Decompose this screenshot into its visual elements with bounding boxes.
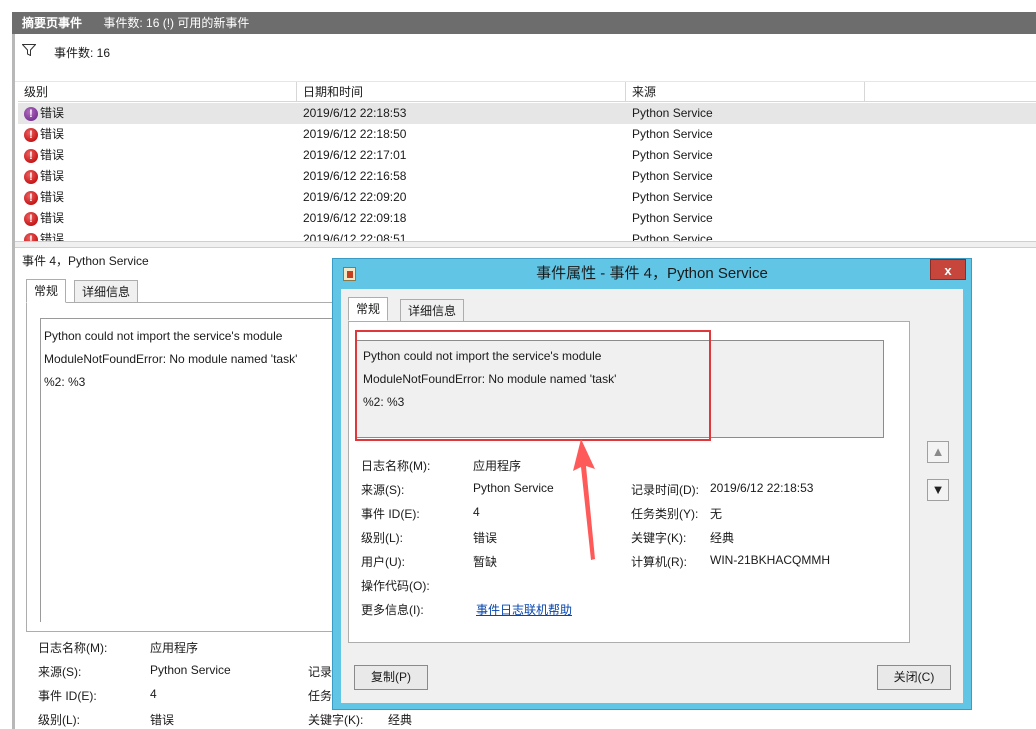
dlg-keyword-label: 关键字(K): [631,531,687,545]
row-level: 错误 [40,190,65,204]
error-icon: ! [24,127,38,142]
filter-row [15,34,1036,82]
dlg-task-label: 任务类别(Y): [631,507,699,521]
row-level: 错误 [40,169,65,183]
message-line: Python could not import the service's mo… [44,329,283,343]
source-label: 来源(S): [38,665,82,679]
event-log-help-link[interactable]: 事件日志联机帮助 [476,601,572,618]
source-value: Python Service [150,663,231,677]
event-list: ! 错误 2019/6/12 22:18:53 Python Service ! 错… [18,103,1036,241]
dlg-computer-label: 计算机(R): [631,555,687,569]
row-level: 错误 [40,211,65,225]
row-datetime: 2019/6/12 22:16:58 [303,169,407,183]
message-line: ModuleNotFoundError: No module named 'ta… [44,352,298,366]
row-datetime: 2019/6/12 22:09:18 [303,211,407,225]
row-source: Python Service [632,232,713,241]
dlg-task-value: 无 [710,507,723,521]
previous-event-button[interactable]: ▲ [927,441,949,463]
column-header-level[interactable]: 级别 [18,82,297,102]
dialog-tab-details[interactable]: 详细信息 [400,299,465,323]
dlg-level-value: 错误 [473,531,498,545]
summary-header-bar: 摘要页事件 事件数: 16 (!) 可用的新事件 [12,12,1036,34]
dlg-recorded-value: 2019/6/12 22:18:53 [710,481,814,495]
dialog-body: 常规 详细信息 Python could not import the serv… [341,289,963,703]
annotation-highlight-box [355,330,711,441]
event-id-value: 4 [150,687,157,701]
row-datetime: 2019/6/12 22:18:53 [303,106,407,120]
dialog-tab-general[interactable]: 常规 [348,297,389,321]
error-icon: ! [24,106,38,121]
pane-splitter[interactable] [15,241,1036,248]
dlg-level-label: 级别(L): [361,531,404,545]
preview-message: Python could not import the service's mo… [40,318,340,622]
task-label: 任务 [308,689,333,703]
dlg-opcode-label: 操作代码(O): [361,579,430,593]
dialog-title: 事件属性 - 事件 4，Python Service [536,265,768,282]
preview-pane-title: 事件 4，Python Service [22,254,149,268]
table-row[interactable]: ! 错误 2019/6/12 22:08:51 Python Service [18,229,1036,241]
dlg-log-name-label: 日志名称(M): [361,459,431,473]
table-row[interactable]: ! 错误 2019/6/12 22:09:18 Python Service [18,208,1036,229]
dlg-user-value: 暂缺 [473,555,498,569]
column-header-source[interactable]: 来源 [626,82,865,102]
dlg-event-id-value: 4 [473,505,480,519]
log-name-label: 日志名称(M): [38,641,108,655]
table-row[interactable]: ! 错误 2019/6/12 22:09:20 Python Service [18,187,1036,208]
summary-count: 事件数: 16 (!) 可用的新事件 [103,16,250,30]
row-level: 错误 [40,127,65,141]
keyword-value: 经典 [388,713,413,727]
dlg-more-info-label: 更多信息(I): [361,603,424,617]
keyword-label: 关键字(K): [308,713,364,727]
dlg-log-name-value: 应用程序 [473,459,522,473]
error-icon: ! [24,190,38,205]
tab-general[interactable]: 常规 [26,279,67,303]
column-header-datetime[interactable]: 日期和时间 [297,82,626,102]
dlg-computer-value: WIN-21BKHACQMMH [710,553,831,567]
event-list-header: 级别 日期和时间 来源 [18,82,1036,102]
next-event-button[interactable]: ▼ [927,479,949,501]
event-properties-dialog: 事件属性 - 事件 4，Python Service x 常规 详细信息 Pyt… [332,258,972,710]
filter-count-label: 事件数: 16 [54,46,111,60]
error-icon: ! [24,211,38,226]
log-name-value: 应用程序 [150,641,199,655]
row-datetime: 2019/6/12 22:08:51 [303,232,407,241]
annotation-arrow-icon [573,439,595,560]
table-row[interactable]: ! 错误 2019/6/12 22:18:50 Python Service [18,124,1036,145]
table-row[interactable]: ! 错误 2019/6/12 22:17:01 Python Service [18,145,1036,166]
error-icon: ! [24,232,38,241]
close-button[interactable]: 关闭(C) [877,665,951,690]
message-line: %2: %3 [44,375,86,389]
dlg-source-value: Python Service [473,481,554,495]
table-row[interactable]: ! 错误 2019/6/12 22:16:58 Python Service [18,166,1036,187]
dlg-recorded-label: 记录时间(D): [631,483,699,497]
record-label: 记录 [308,665,333,679]
row-source: Python Service [632,169,713,183]
row-source: Python Service [632,148,713,162]
close-icon[interactable]: x [930,259,966,280]
row-source: Python Service [632,127,713,141]
error-icon: ! [24,148,38,163]
row-source: Python Service [632,190,713,204]
summary-title: 摘要页事件 [22,16,83,30]
row-datetime: 2019/6/12 22:17:01 [303,148,407,162]
dlg-keyword-value: 经典 [710,531,735,545]
dlg-user-label: 用户(U): [361,555,405,569]
row-datetime: 2019/6/12 22:09:20 [303,190,407,204]
copy-button[interactable]: 复制(P) [354,665,428,690]
dlg-source-label: 来源(S): [361,483,405,497]
event-id-label: 事件 ID(E): [38,689,97,703]
row-datetime: 2019/6/12 22:18:50 [303,127,407,141]
row-level: 错误 [40,106,65,120]
tab-details[interactable]: 详细信息 [74,280,139,304]
error-icon: ! [24,169,38,184]
row-level: 错误 [40,232,65,241]
level-value: 错误 [150,713,175,727]
dlg-event-id-label: 事件 ID(E): [361,507,420,521]
row-source: Python Service [632,106,713,120]
level-label: 级别(L): [38,713,81,727]
filter-icon[interactable] [22,44,36,56]
row-level: 错误 [40,148,65,162]
table-row[interactable]: ! 错误 2019/6/12 22:18:53 Python Service [18,103,1036,124]
row-source: Python Service [632,211,713,225]
